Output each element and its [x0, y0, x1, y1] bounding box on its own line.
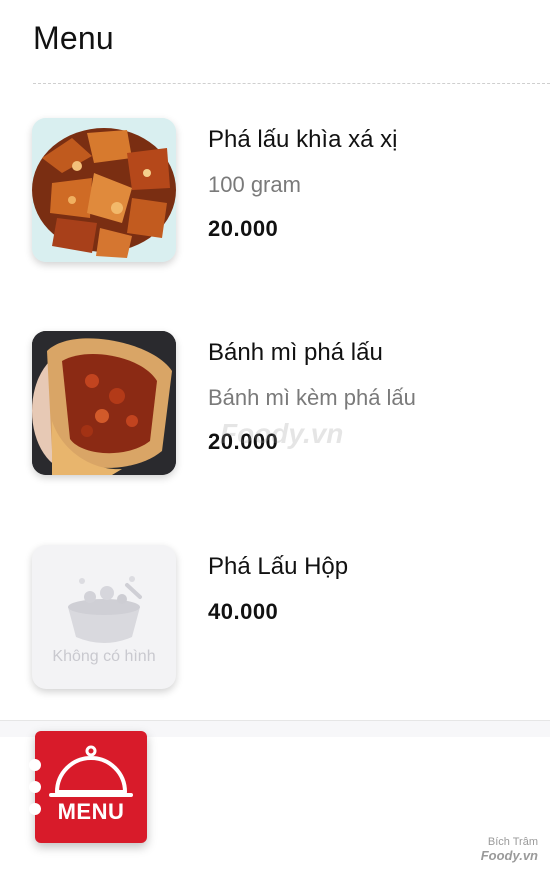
cloche-icon — [49, 745, 133, 797]
menu-button-label: MENU — [57, 799, 125, 824]
photo-credit: Bích Trâm Foody.vn — [481, 836, 538, 862]
item-photo — [32, 118, 176, 262]
pha-lau-dish-image — [32, 118, 176, 262]
item-photo — [32, 331, 176, 475]
item-photo-placeholder: Không có hình — [32, 545, 176, 689]
credit-brand: Foody.vn — [480, 848, 538, 863]
menu-item[interactable]: Không có hình Phá Lấu Hộp 40.000 — [0, 511, 550, 711]
item-price: 20.000 — [208, 216, 279, 241]
item-price: 20.000 — [208, 429, 279, 454]
menu-item[interactable]: Bánh mì phá lấu Bánh mì kèm phá lấu 20.0… — [0, 297, 550, 497]
item-price: 40.000 — [208, 599, 279, 624]
item-description: 100 gram — [208, 172, 301, 197]
header: Menu — [0, 0, 550, 84]
item-description: Bánh mì kèm phá lấu — [208, 385, 416, 410]
menu-button[interactable]: MENU — [29, 731, 147, 843]
no-image-label: Không có hình — [52, 648, 156, 665]
menu-item[interactable]: Phá lấu khìa xá xị 100 gram 20.000 — [0, 84, 550, 284]
item-name: Bánh mì phá lấu — [208, 339, 383, 366]
item-name: Phá lấu khìa xá xị — [208, 126, 398, 153]
page-title: Menu — [33, 20, 114, 56]
item-name: Phá Lấu Hộp — [208, 553, 349, 580]
banh-mi-image — [32, 331, 176, 475]
